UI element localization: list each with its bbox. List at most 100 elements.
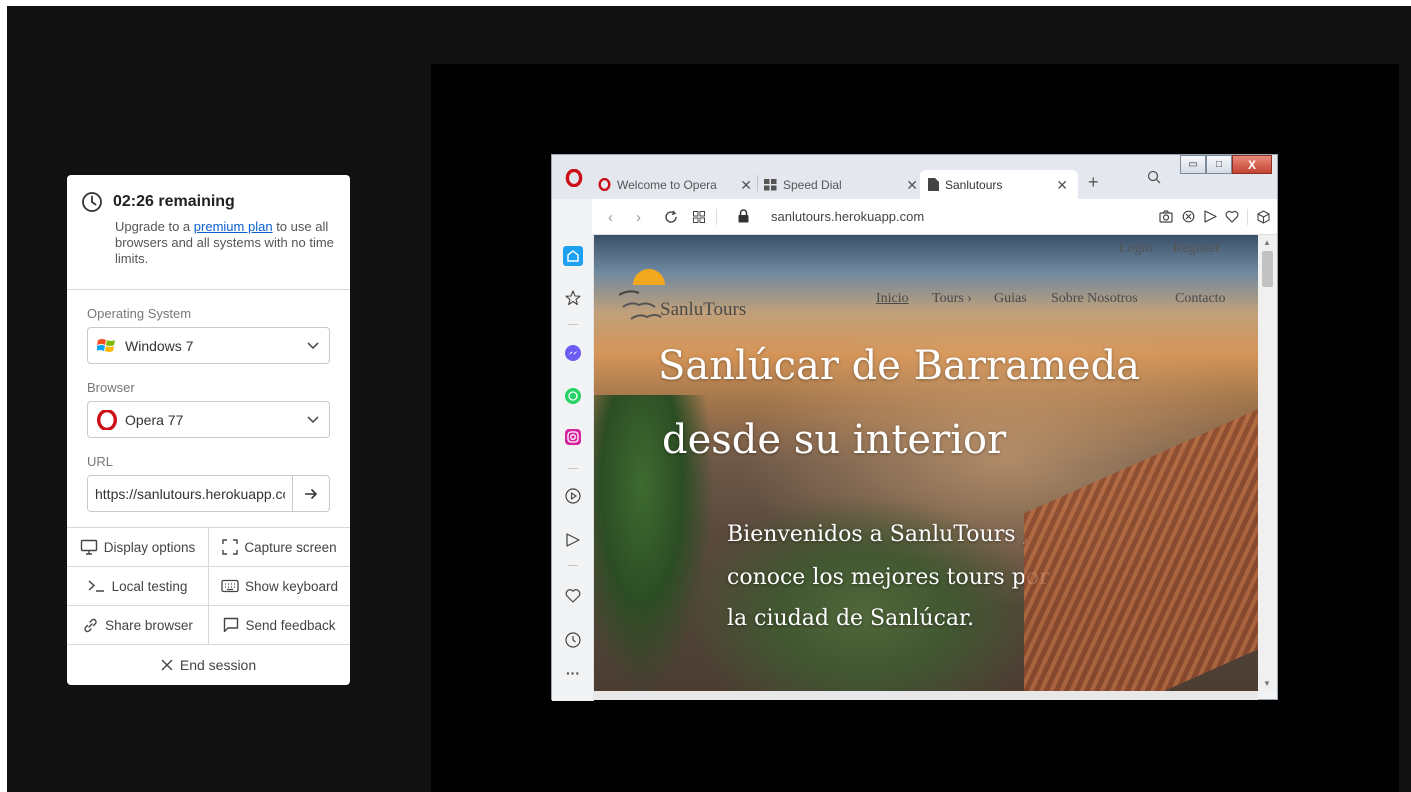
login-link[interactable]: Login [1119, 241, 1152, 257]
premium-plan-link[interactable]: premium plan [194, 219, 273, 234]
upgrade-prefix: Upgrade to a [115, 219, 191, 234]
address-url[interactable]: sanlutours.herokuapp.com [771, 209, 924, 224]
tab-speed-dial[interactable]: Speed Dial ✕ [764, 170, 918, 199]
link-icon [84, 618, 97, 632]
close-icon [161, 659, 173, 670]
lock-icon[interactable] [738, 209, 749, 223]
vertical-scrollbar[interactable]: ▲ ▼ [1258, 235, 1277, 691]
history-icon[interactable] [565, 632, 581, 648]
tab-label: Speed Dial [783, 177, 842, 192]
arrow-right-icon [305, 488, 318, 499]
horizontal-scrollbar[interactable] [594, 691, 1258, 700]
forward-icon[interactable]: › [636, 209, 641, 226]
upgrade-message: Upgrade to a premium plan to use all bro… [115, 219, 336, 267]
send-feedback-button[interactable]: Send feedback [208, 606, 350, 644]
home-icon[interactable] [563, 246, 583, 266]
opera-menu-icon[interactable] [565, 169, 583, 187]
webpage: Login Register SanluTours Inicio Tours ›… [594, 235, 1258, 691]
go-button[interactable] [292, 476, 329, 511]
back-icon[interactable]: ‹ [608, 209, 613, 226]
heart-icon[interactable] [1225, 210, 1239, 223]
browser-value: Opera 77 [125, 411, 184, 428]
scroll-down-icon[interactable]: ▼ [1263, 679, 1271, 688]
nav-inicio[interactable]: Inicio [876, 291, 909, 307]
tab-bar: Welcome to Opera ✕ Speed Dial ✕ Sanlutou… [552, 155, 1277, 199]
message-icon [224, 617, 239, 633]
tab-label: Sanlutours [945, 177, 1003, 192]
opera-sidebar: ··· [552, 235, 594, 701]
close-icon[interactable]: ✕ [1056, 177, 1068, 194]
capture-icon [222, 539, 239, 555]
share-browser-button[interactable]: Share browser [67, 606, 208, 644]
windows-logo-icon [97, 338, 115, 352]
camera-icon[interactable] [1159, 210, 1173, 223]
timer-block: 02:26 remaining Upgrade to a premium pla… [67, 175, 350, 290]
end-session-button[interactable]: End session [67, 645, 350, 684]
minimize-button[interactable]: ▭ [1180, 155, 1206, 174]
show-keyboard-button[interactable]: Show keyboard [208, 567, 350, 605]
close-icon: X [1247, 157, 1256, 172]
local-testing-button[interactable]: Local testing [67, 567, 208, 605]
scroll-up-icon[interactable]: ▲ [1263, 238, 1271, 247]
logo-text[interactable]: SanluTours [660, 299, 746, 321]
chevron-down-icon [307, 415, 319, 423]
close-icon[interactable]: ✕ [906, 177, 918, 194]
window-controls: ▭ □ X [1180, 155, 1278, 176]
nav-guias[interactable]: Guias [994, 291, 1027, 307]
opera-icon [598, 178, 611, 191]
nav-contacto[interactable]: Contacto [1175, 291, 1226, 307]
time-remaining: 02:26 remaining [113, 193, 235, 210]
opera-logo-icon [97, 409, 117, 430]
star-icon[interactable] [565, 290, 581, 306]
new-tab-button[interactable]: + [1088, 172, 1099, 193]
action-grid: Display options Capture screen Local tes… [67, 527, 350, 684]
nav-sobre-nosotros[interactable]: Sobre Nosotros [1051, 291, 1138, 307]
sidebar-divider [568, 565, 578, 566]
more-icon[interactable]: ··· [566, 665, 580, 681]
divider [716, 209, 717, 225]
hero-title-line1: Sanlúcar de Barrameda [658, 343, 1141, 389]
player-icon[interactable] [565, 488, 581, 504]
speed-dial-icon [764, 178, 777, 190]
instagram-icon[interactable] [565, 429, 581, 445]
keyboard-icon [221, 579, 239, 593]
config-form: Operating System Windows 7 Browser Opera… [67, 290, 350, 512]
display-options-button[interactable]: Display options [67, 528, 208, 566]
session-panel: 02:26 remaining Upgrade to a premium pla… [67, 175, 350, 685]
page-icon [928, 178, 939, 191]
capture-screen-button[interactable]: Capture screen [208, 528, 350, 566]
hero-subtitle-line1: Bienvenidos a SanluTours , [727, 522, 1030, 547]
hero-subtitle-line3: la ciudad de Sanlúcar. [727, 606, 975, 631]
scroll-thumb[interactable] [1262, 251, 1273, 287]
whatsapp-icon[interactable] [565, 388, 581, 404]
os-select[interactable]: Windows 7 [87, 327, 330, 364]
close-icon[interactable]: ✕ [740, 177, 752, 194]
tabs-grid-icon[interactable] [693, 211, 705, 223]
tab-welcome[interactable]: Welcome to Opera ✕ [598, 170, 752, 199]
os-label: Operating System [87, 306, 192, 321]
tab-sanlutours[interactable]: Sanlutours ✕ [920, 170, 1078, 199]
left-edge [0, 0, 7, 792]
send-feedback-label: Send feedback [245, 617, 336, 633]
maximize-button[interactable]: □ [1206, 155, 1232, 174]
heart-icon[interactable] [565, 588, 581, 603]
search-icon[interactable] [1147, 170, 1161, 184]
reload-icon[interactable] [664, 210, 678, 224]
end-session-label: End session [179, 656, 257, 673]
show-keyboard-label: Show keyboard [244, 578, 339, 594]
messenger-icon[interactable] [565, 345, 581, 361]
window-close-button[interactable]: X [1232, 155, 1272, 174]
nav-tours[interactable]: Tours › [932, 291, 972, 307]
local-testing-label: Local testing [111, 578, 188, 594]
hero-title-line2: desde su interior [662, 417, 1007, 463]
send-icon[interactable] [1204, 210, 1217, 223]
cube-icon[interactable] [1257, 210, 1270, 224]
register-link[interactable]: Register [1173, 241, 1220, 257]
adblock-icon[interactable] [1182, 210, 1195, 223]
url-input[interactable] [88, 476, 292, 511]
flow-icon[interactable] [565, 532, 581, 548]
remote-session-screen: 02:26 remaining Upgrade to a premium pla… [0, 0, 1411, 792]
top-edge [0, 0, 1411, 6]
browser-select[interactable]: Opera 77 [87, 401, 330, 438]
share-browser-label: Share browser [105, 617, 193, 633]
